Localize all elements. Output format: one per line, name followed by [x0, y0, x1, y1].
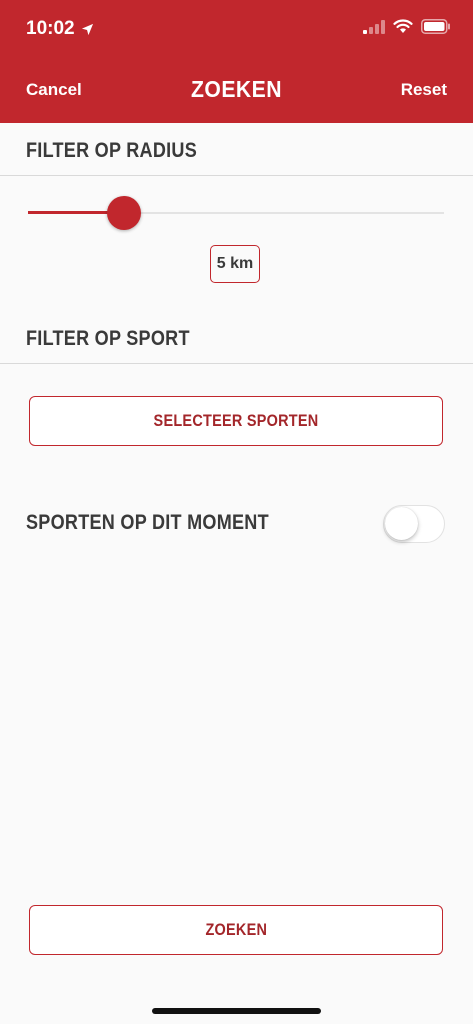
radius-value-badge: 5 km [210, 245, 260, 283]
status-time-text: 10:02 [26, 18, 75, 39]
radius-value-text: 5 km [216, 255, 254, 272]
radius-section-title: FILTER OP RADIUS [26, 139, 198, 162]
wifi-icon [393, 19, 413, 33]
status-bar-time: 10:02 [26, 18, 94, 40]
toggle-knob [385, 507, 418, 540]
page-title: ZOEKEN [191, 76, 282, 102]
sport-section-title: FILTER OP SPORT [26, 327, 190, 350]
location-arrow-icon [81, 23, 93, 35]
home-indicator [152, 1008, 321, 1014]
sports-now-label: SPORTEN OP DIT MOMENT [26, 511, 269, 534]
app-header: 10:02 Cancel ZOEKEN Reset [0, 0, 473, 123]
sports-now-toggle[interactable] [383, 505, 445, 543]
battery-icon [421, 19, 450, 34]
reset-button[interactable]: Reset [401, 80, 447, 100]
search-button-label: ZOEKEN [205, 920, 267, 939]
radius-slider-thumb[interactable] [106, 196, 141, 230]
sport-divider [0, 363, 473, 364]
select-sports-label: SELECTEER SPORTEN [153, 411, 319, 430]
status-bar-icons [363, 19, 451, 34]
cellular-signal-icon [363, 19, 385, 34]
select-sports-button[interactable]: SELECTEER SPORTEN [29, 396, 443, 446]
radius-divider [0, 175, 473, 176]
search-button[interactable]: ZOEKEN [29, 905, 443, 955]
